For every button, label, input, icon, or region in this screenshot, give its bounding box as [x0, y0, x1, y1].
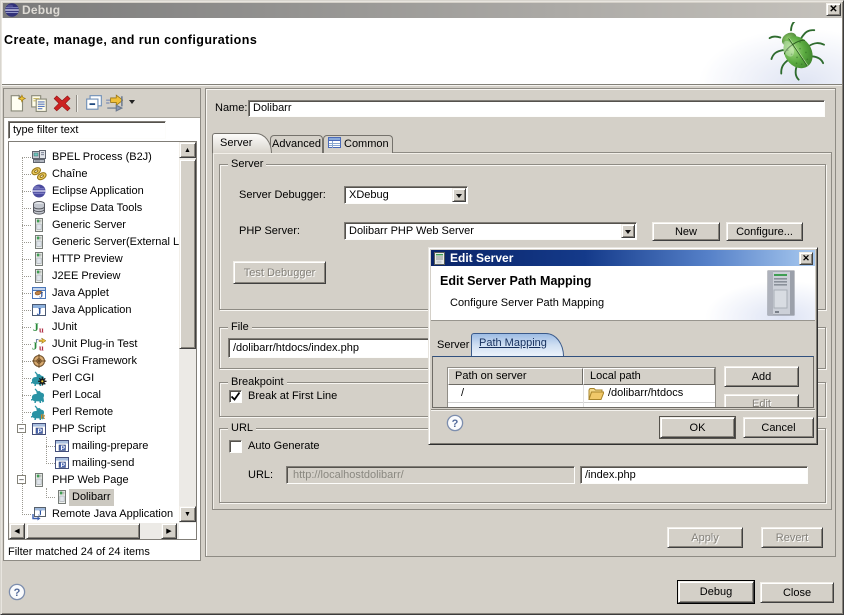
svg-text:u: u	[39, 343, 44, 353]
svg-text:J: J	[32, 341, 38, 353]
svg-text:P: P	[38, 428, 43, 435]
svg-text:u: u	[39, 325, 44, 335]
svg-text:J: J	[37, 307, 42, 318]
svg-text:?: ?	[14, 587, 21, 599]
svg-text:J: J	[38, 509, 42, 518]
svg-text:P: P	[61, 445, 66, 452]
svg-text:?: ?	[452, 418, 459, 430]
svg-text:J: J	[39, 290, 43, 299]
svg-text:R: R	[41, 414, 46, 420]
svg-text:P: P	[61, 462, 66, 469]
